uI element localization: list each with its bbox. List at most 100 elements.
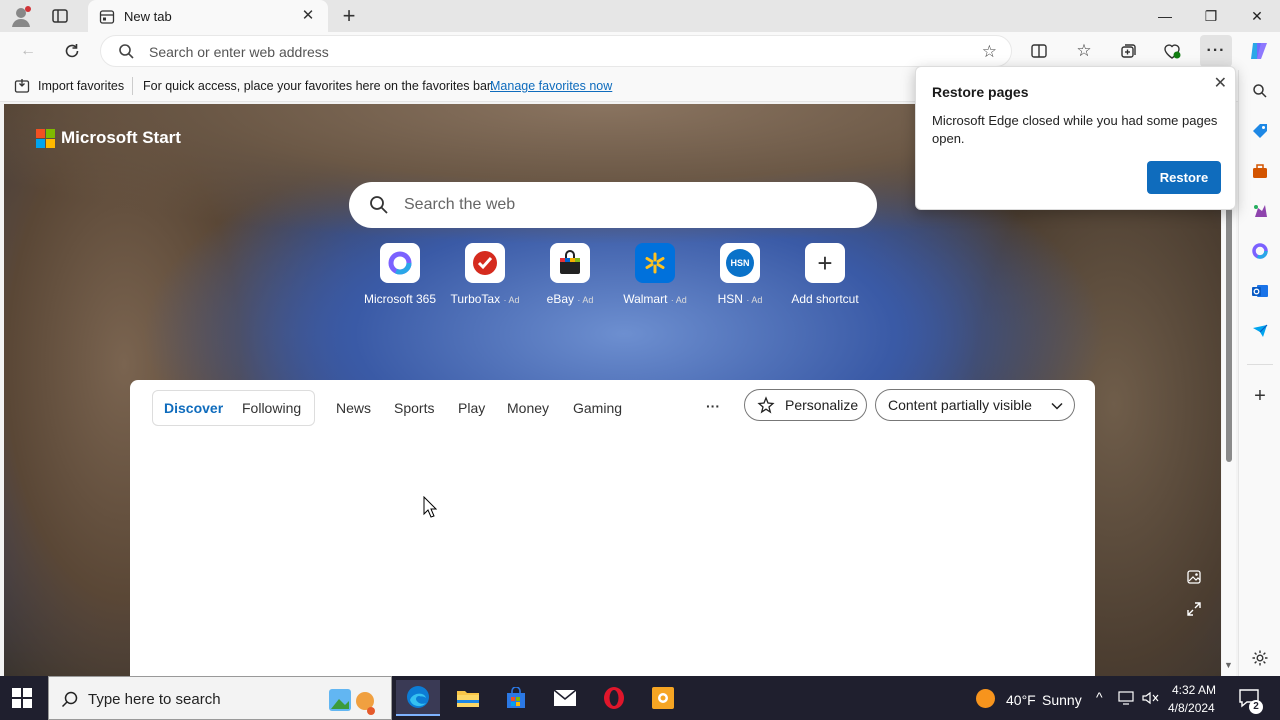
tab-discover[interactable]: Discover (164, 400, 223, 416)
search-icon (118, 43, 135, 63)
taskbar-search-placeholder: Type here to search (88, 691, 221, 708)
restore-pages-dialog: Restore pages ✕ Microsoft Edge closed wh… (915, 66, 1236, 210)
content-visibility-dropdown[interactable]: Content partially visible (875, 389, 1075, 421)
image-info-icon[interactable] (1186, 569, 1202, 588)
restore-icon[interactable]: ❐ (1188, 0, 1234, 32)
taskbar: Type here to search 40°F Sunny ^ 4:32 AM… (0, 676, 1280, 720)
shortcut-label: TurboTax (450, 292, 501, 306)
title-bar: New tab ✕ + — ❐ ✕ (0, 0, 1280, 34)
games-icon[interactable] (1249, 200, 1271, 222)
taskbar-search-box[interactable]: Type here to search (48, 676, 392, 720)
import-favorites-button[interactable]: Import favorites (38, 79, 124, 93)
shopping-tag-icon[interactable] (1249, 120, 1271, 142)
scrollbar-thumb[interactable] (1226, 204, 1232, 462)
weather-temperature[interactable]: 40°F (1006, 692, 1036, 708)
address-placeholder: Search or enter web address (149, 44, 329, 60)
back-icon[interactable]: ← (12, 35, 44, 67)
outlook-icon[interactable] (1249, 280, 1271, 302)
copilot-icon[interactable] (1243, 35, 1275, 67)
turbotax-icon (465, 243, 505, 283)
shortcut-ebay[interactable]: eBay · Ad (525, 243, 615, 306)
shortcut-label: Add shortcut (791, 292, 859, 306)
tab-sports[interactable]: Sports (394, 400, 434, 416)
restore-button[interactable]: Restore (1147, 161, 1221, 194)
close-window-icon[interactable]: ✕ (1234, 0, 1280, 32)
weather-condition[interactable]: Sunny (1042, 692, 1082, 708)
taskbar-edge[interactable] (396, 680, 440, 716)
manage-favorites-link[interactable]: Manage favorites now (490, 79, 612, 93)
tab-money[interactable]: Money (507, 400, 549, 416)
taskbar-opera[interactable] (592, 680, 636, 716)
ad-badge: · Ad (503, 295, 520, 305)
expand-icon[interactable] (1186, 601, 1202, 620)
taskbar-microsoft-store[interactable] (494, 680, 538, 716)
collections-icon[interactable] (1112, 35, 1144, 67)
chevron-down-icon (1050, 399, 1064, 416)
split-screen-icon[interactable] (1023, 35, 1055, 67)
microsoft-365-sidebar-icon[interactable] (1249, 240, 1271, 262)
ad-badge: · Ad (746, 295, 763, 305)
favorite-star-icon[interactable]: ☆ (982, 42, 997, 62)
web-search-box[interactable]: Search the web (349, 182, 877, 228)
personalize-icon (757, 396, 775, 414)
network-icon[interactable] (1118, 691, 1134, 708)
taskbar-mail[interactable] (543, 680, 587, 716)
browser-essentials-icon[interactable] (1156, 35, 1188, 67)
tab-new-tab[interactable]: New tab ✕ (88, 0, 328, 34)
taskbar-app-orange[interactable] (641, 680, 685, 716)
tab-gaming[interactable]: Gaming (573, 400, 622, 416)
sidebar-settings-icon[interactable] (1249, 647, 1271, 669)
brand-name: Microsoft Start (61, 128, 181, 147)
settings-more-icon[interactable]: ··· (1200, 35, 1232, 67)
tab-following[interactable]: Following (242, 400, 301, 416)
favorites-hint: For quick access, place your favorites h… (143, 79, 494, 93)
start-button[interactable] (12, 688, 32, 711)
minimize-icon[interactable]: — (1142, 0, 1188, 32)
more-tabs-icon[interactable]: ··· (706, 398, 720, 414)
toolbar: ← Search or enter web address ☆ ☆ ··· (0, 32, 1280, 70)
clock-date[interactable]: 4/8/2024 (1168, 701, 1215, 715)
edge-sidebar: + (1238, 70, 1280, 676)
favorites-icon[interactable]: ☆ (1068, 35, 1100, 67)
microsoft-start-logo[interactable]: Microsoft Start (36, 128, 181, 148)
refresh-icon[interactable] (56, 35, 88, 67)
dialog-title: Restore pages (932, 84, 1029, 100)
weather-sun-icon (976, 689, 995, 708)
drop-icon[interactable] (1249, 320, 1271, 342)
scroll-down-arrow-icon[interactable]: ▼ (1224, 660, 1233, 670)
tab-play[interactable]: Play (458, 400, 485, 416)
address-bar[interactable]: Search or enter web address ☆ (100, 35, 1012, 67)
search-icon[interactable] (1249, 80, 1271, 102)
add-sidebar-app-icon[interactable]: + (1249, 385, 1271, 407)
microsoft-logo-icon (36, 128, 55, 148)
clock-time[interactable]: 4:32 AM (1172, 683, 1216, 697)
feed-panel: Discover Following News Sports Play Mone… (130, 380, 1095, 676)
tab-actions-icon[interactable] (50, 6, 70, 26)
shortcut-label: Microsoft 365 (363, 292, 437, 306)
dialog-close-icon[interactable]: ✕ (1214, 73, 1227, 93)
shortcut-walmart[interactable]: Walmart · Ad (610, 243, 700, 306)
profile-avatar[interactable] (10, 5, 32, 27)
import-favorites-icon (14, 78, 30, 97)
new-tab-page-icon (99, 9, 115, 28)
shortcut-label: eBay (546, 292, 574, 306)
walmart-icon (635, 243, 675, 283)
plus-icon: + (805, 243, 845, 283)
shortcut-turbotax[interactable]: TurboTax · Ad (440, 243, 530, 306)
favbar-divider (132, 77, 133, 95)
new-tab-button[interactable]: + (338, 5, 360, 27)
add-shortcut-button[interactable]: + Add shortcut (780, 243, 870, 306)
volume-muted-icon[interactable] (1142, 691, 1160, 708)
shortcut-microsoft-365[interactable]: Microsoft 365 (355, 243, 445, 306)
shortcut-label: Walmart (623, 292, 668, 306)
tab-news[interactable]: News (336, 400, 371, 416)
ad-badge: · Ad (670, 295, 687, 305)
tab-close-icon[interactable]: ✕ (298, 6, 318, 26)
shortcut-hsn[interactable]: HSN HSN · Ad (695, 243, 785, 306)
tab-title: New tab (124, 9, 172, 24)
tools-icon[interactable] (1249, 160, 1271, 182)
hidden-icons-chevron-icon[interactable]: ^ (1096, 689, 1103, 705)
personalize-button[interactable]: Personalize (744, 389, 867, 421)
taskbar-file-explorer[interactable] (446, 680, 490, 716)
ad-badge: · Ad (577, 295, 594, 305)
